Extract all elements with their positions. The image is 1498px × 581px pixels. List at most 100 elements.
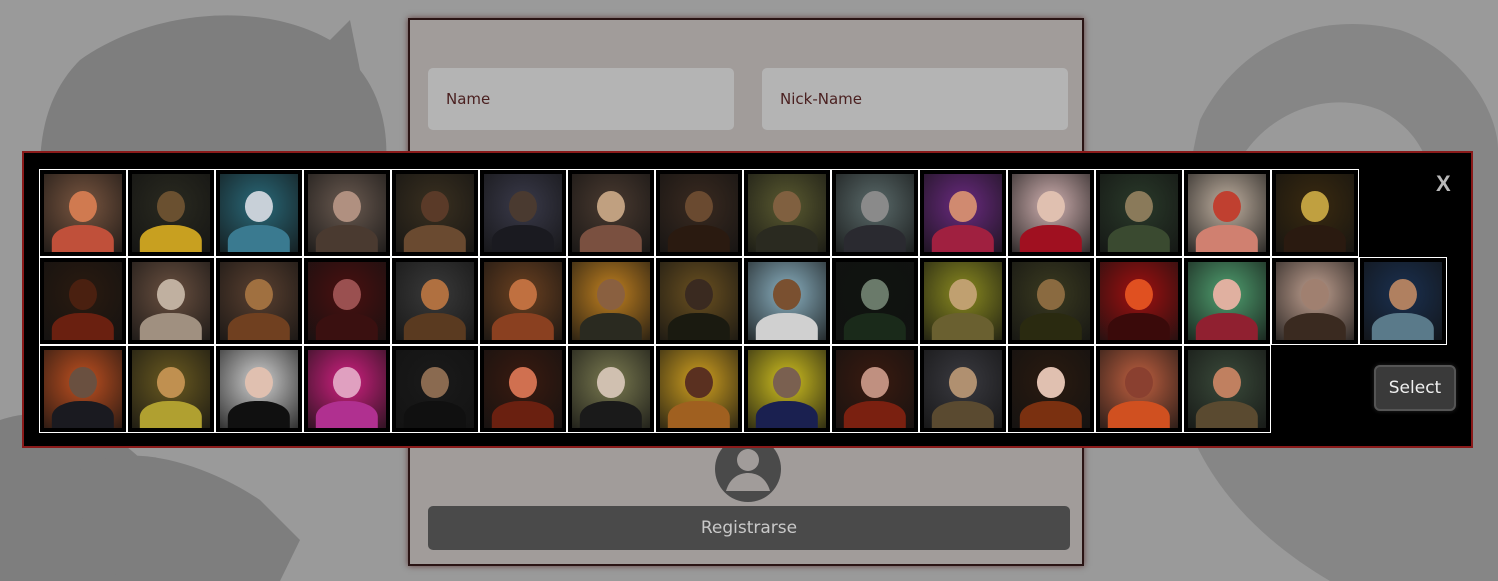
avatar-option[interactable] — [391, 169, 479, 257]
avatar-option[interactable] — [127, 257, 215, 345]
character-portrait — [836, 262, 914, 340]
avatar-option[interactable] — [567, 169, 655, 257]
character-portrait — [572, 262, 650, 340]
nickname-input[interactable] — [778, 67, 1068, 131]
avatar-option[interactable] — [1183, 169, 1271, 257]
character-portrait — [132, 174, 210, 252]
character-portrait — [308, 174, 386, 252]
avatar-option[interactable] — [1007, 169, 1095, 257]
select-button[interactable]: Select — [1374, 365, 1456, 411]
avatar-option[interactable] — [1095, 345, 1183, 433]
avatar-option[interactable] — [39, 257, 127, 345]
character-portrait — [132, 262, 210, 340]
character-portrait — [1012, 174, 1090, 252]
avatar-option[interactable] — [567, 345, 655, 433]
character-portrait — [220, 350, 298, 428]
register-button[interactable]: Registrarse — [428, 506, 1070, 550]
character-portrait — [748, 262, 826, 340]
character-portrait — [1100, 174, 1178, 252]
character-portrait — [1188, 174, 1266, 252]
character-portrait — [1100, 350, 1178, 428]
avatar-option[interactable] — [1095, 257, 1183, 345]
avatar-grid — [39, 169, 1447, 433]
character-portrait — [484, 262, 562, 340]
character-portrait — [924, 174, 1002, 252]
character-portrait — [572, 350, 650, 428]
avatar-option[interactable] — [1271, 169, 1359, 257]
character-portrait — [484, 174, 562, 252]
character-portrait — [572, 174, 650, 252]
avatar-option[interactable] — [303, 169, 391, 257]
avatar-option[interactable] — [39, 345, 127, 433]
character-portrait — [44, 350, 122, 428]
name-input[interactable] — [444, 67, 734, 131]
avatar-option[interactable] — [1183, 257, 1271, 345]
avatar-option[interactable] — [831, 169, 919, 257]
character-portrait — [308, 350, 386, 428]
character-portrait — [660, 174, 738, 252]
avatar-option[interactable] — [743, 169, 831, 257]
avatar-option[interactable] — [919, 257, 1007, 345]
avatar-option[interactable] — [1007, 257, 1095, 345]
character-portrait — [220, 262, 298, 340]
avatar-option[interactable] — [1183, 345, 1271, 433]
avatar-option[interactable] — [479, 257, 567, 345]
avatar-option[interactable] — [567, 257, 655, 345]
avatar-option[interactable] — [391, 257, 479, 345]
avatar-option[interactable] — [743, 257, 831, 345]
character-portrait — [396, 350, 474, 428]
avatar-option[interactable] — [303, 257, 391, 345]
character-portrait — [1100, 262, 1178, 340]
nickname-field[interactable] — [762, 67, 1068, 131]
avatar-row — [39, 169, 1447, 257]
avatar-option[interactable] — [303, 345, 391, 433]
character-portrait — [396, 174, 474, 252]
avatar-option[interactable] — [479, 345, 567, 433]
avatar-option[interactable] — [479, 169, 567, 257]
avatar-row — [39, 257, 1447, 345]
avatar-row — [39, 345, 1447, 433]
character-portrait — [924, 262, 1002, 340]
avatar-option[interactable] — [215, 345, 303, 433]
avatar-option[interactable] — [1095, 169, 1183, 257]
avatar-picker-modal: X Select — [22, 151, 1473, 448]
character-portrait — [132, 350, 210, 428]
avatar-option[interactable] — [919, 345, 1007, 433]
avatar-option[interactable] — [1271, 257, 1359, 345]
avatar-option[interactable] — [391, 345, 479, 433]
character-portrait — [748, 174, 826, 252]
avatar-option[interactable] — [1007, 345, 1095, 433]
character-portrait — [1276, 174, 1354, 252]
avatar-option[interactable] — [655, 345, 743, 433]
character-portrait — [1188, 262, 1266, 340]
character-portrait — [924, 350, 1002, 428]
avatar-option[interactable] — [655, 257, 743, 345]
character-portrait — [660, 350, 738, 428]
character-portrait — [44, 174, 122, 252]
character-portrait — [1012, 262, 1090, 340]
avatar-option[interactable] — [919, 169, 1007, 257]
character-portrait — [1012, 350, 1090, 428]
character-portrait — [1188, 350, 1266, 428]
character-portrait — [1276, 262, 1354, 340]
avatar-option[interactable] — [39, 169, 127, 257]
character-portrait — [1364, 262, 1442, 340]
avatar-option[interactable] — [831, 345, 919, 433]
character-portrait — [220, 174, 298, 252]
avatar-option[interactable] — [127, 345, 215, 433]
avatar-option[interactable] — [655, 169, 743, 257]
close-button[interactable]: X — [1436, 171, 1451, 197]
avatar-option[interactable] — [831, 257, 919, 345]
character-portrait — [396, 262, 474, 340]
character-portrait — [660, 262, 738, 340]
avatar-option[interactable] — [743, 345, 831, 433]
avatar-option[interactable] — [215, 257, 303, 345]
character-portrait — [836, 350, 914, 428]
avatar-option[interactable] — [1359, 257, 1447, 345]
character-portrait — [836, 174, 914, 252]
name-field[interactable] — [428, 67, 734, 131]
avatar-option[interactable] — [215, 169, 303, 257]
character-portrait — [308, 262, 386, 340]
avatar-option[interactable] — [127, 169, 215, 257]
character-portrait — [484, 350, 562, 428]
